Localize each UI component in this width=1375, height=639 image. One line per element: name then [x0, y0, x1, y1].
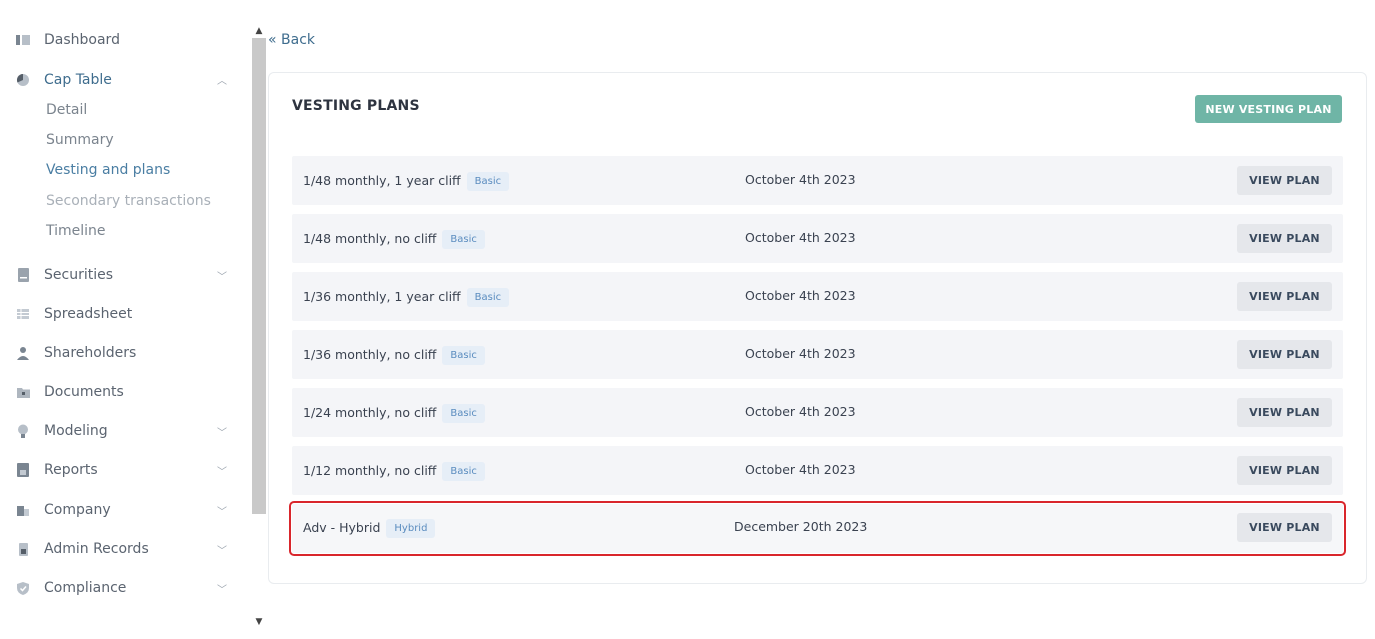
view-plan-button[interactable]: VIEW PLAN — [1237, 166, 1332, 195]
plan-type-badge: Basic — [442, 462, 485, 481]
table-row: 1/12 monthly, no cliff Basic October 4th … — [292, 446, 1343, 495]
sidebar-scrollbar[interactable]: ▲ ▼ — [252, 24, 266, 629]
plan-date: October 4th 2023 — [745, 462, 856, 477]
table-row: 1/36 monthly, 1 year cliff Basic October … — [292, 272, 1343, 321]
plan-name-text: 1/36 monthly, no cliff — [303, 347, 437, 362]
sidebar-item-label: Reports — [44, 462, 98, 478]
chevron-down-icon[interactable]: ﹀ — [217, 424, 227, 439]
scroll-down-arrow-icon[interactable]: ▼ — [252, 615, 266, 629]
sidebar-item-reports[interactable]: Reports — [16, 458, 98, 482]
plan-date: December 20th 2023 — [734, 519, 868, 534]
plan-name-text: 1/48 monthly, no cliff — [303, 231, 437, 246]
view-plan-button[interactable]: VIEW PLAN — [1237, 282, 1332, 311]
certificate-icon — [16, 268, 30, 282]
chevron-down-icon[interactable]: ﹀ — [217, 503, 227, 518]
page-title: VESTING PLANS — [292, 98, 420, 114]
view-plan-button[interactable]: VIEW PLAN — [1237, 224, 1332, 253]
sidebar-item-label: Spreadsheet — [44, 306, 133, 322]
plan-type-badge: Basic — [466, 172, 510, 191]
lock-icon — [16, 542, 30, 556]
sidebar-item-spreadsheet[interactable]: Spreadsheet — [16, 302, 132, 326]
scroll-up-arrow-icon[interactable]: ▲ — [252, 24, 266, 38]
sidebar-item-label: Dashboard — [44, 32, 120, 48]
chevron-down-icon[interactable]: ﹀ — [217, 463, 227, 478]
plan-type-badge: Basic — [466, 288, 510, 307]
plan-name: 1/24 monthly, no cliff Basic — [303, 404, 485, 423]
sidebar-item-cap-table[interactable]: Cap Table — [16, 68, 112, 92]
table-row: 1/36 monthly, no cliff Basic October 4th … — [292, 330, 1343, 379]
table-row-highlighted: Adv - Hybrid Hybrid December 20th 2023 VI… — [289, 501, 1346, 556]
sidebar-item-label: Securities — [44, 267, 114, 283]
sidebar: Dashboard Cap Table ︿ Detail Summary Ves… — [0, 0, 250, 639]
chevron-down-icon[interactable]: ﹀ — [217, 268, 227, 283]
sidebar-item-admin-records[interactable]: Admin Records — [16, 537, 149, 561]
plan-name: 1/36 monthly, no cliff Basic — [303, 346, 485, 365]
chevron-down-icon[interactable]: ﹀ — [217, 581, 227, 596]
scroll-thumb[interactable] — [252, 38, 266, 514]
table-icon — [16, 307, 30, 321]
shield-icon — [16, 581, 30, 595]
chevron-up-icon[interactable]: ︿ — [217, 72, 227, 87]
report-icon — [16, 463, 30, 477]
sidebar-subitem-summary[interactable]: Summary — [46, 132, 114, 148]
sidebar-item-label: Modeling — [44, 423, 108, 439]
view-plan-button[interactable]: VIEW PLAN — [1237, 340, 1332, 369]
plan-name-text: 1/36 monthly, 1 year cliff — [303, 289, 461, 304]
sidebar-item-shareholders[interactable]: Shareholders — [16, 341, 136, 365]
plan-date: October 4th 2023 — [745, 346, 856, 361]
sidebar-item-label: Admin Records — [44, 541, 149, 557]
sidebar-item-documents[interactable]: Documents — [16, 380, 124, 404]
view-plan-button[interactable]: VIEW PLAN — [1237, 513, 1332, 542]
sidebar-item-label: Cap Table — [44, 72, 112, 88]
plan-name: 1/36 monthly, 1 year cliff Basic — [303, 288, 510, 307]
person-icon — [16, 346, 30, 360]
table-row: 1/48 monthly, no cliff Basic October 4th … — [292, 214, 1343, 263]
back-link[interactable]: « Back — [268, 32, 315, 48]
plan-date: October 4th 2023 — [745, 230, 856, 245]
building-icon — [16, 503, 30, 517]
plan-name: 1/48 monthly, no cliff Basic — [303, 230, 485, 249]
table-row: 1/48 monthly, 1 year cliff Basic October … — [292, 156, 1343, 205]
sidebar-subitem-vesting-and-plans[interactable]: Vesting and plans — [46, 162, 170, 178]
dashboard-icon — [16, 33, 30, 47]
sidebar-item-dashboard[interactable]: Dashboard — [16, 28, 120, 52]
sidebar-item-securities[interactable]: Securities — [16, 263, 113, 287]
table-row: 1/24 monthly, no cliff Basic October 4th … — [292, 388, 1343, 437]
plan-name-text: 1/48 monthly, 1 year cliff — [303, 173, 461, 188]
sidebar-item-label: Compliance — [44, 580, 127, 596]
vesting-plans-card: VESTING PLANS NEW VESTING PLAN 1/48 mont… — [268, 72, 1367, 584]
sidebar-item-compliance[interactable]: Compliance — [16, 576, 126, 600]
plan-type-badge: Basic — [442, 404, 485, 423]
sidebar-subitem-timeline[interactable]: Timeline — [46, 223, 106, 239]
view-plan-button[interactable]: VIEW PLAN — [1237, 456, 1332, 485]
plan-type-badge: Basic — [442, 230, 485, 249]
sidebar-item-label: Shareholders — [44, 345, 137, 361]
plan-date: October 4th 2023 — [745, 404, 856, 419]
plan-name-text: 1/12 monthly, no cliff — [303, 463, 437, 478]
sidebar-item-label: Company — [44, 502, 111, 518]
plan-type-badge: Hybrid — [386, 519, 436, 538]
lightbulb-icon — [16, 424, 30, 438]
plan-date: October 4th 2023 — [745, 288, 856, 303]
plan-name: 1/48 monthly, 1 year cliff Basic — [303, 172, 510, 191]
sidebar-subitem-detail[interactable]: Detail — [46, 102, 87, 118]
sidebar-item-company[interactable]: Company — [16, 498, 111, 522]
sidebar-item-label: Documents — [44, 384, 124, 400]
chevron-down-icon[interactable]: ﹀ — [217, 542, 227, 557]
view-plan-button[interactable]: VIEW PLAN — [1237, 398, 1332, 427]
plan-name: Adv - Hybrid Hybrid — [303, 519, 436, 538]
plan-name-text: 1/24 monthly, no cliff — [303, 405, 437, 420]
folder-icon — [16, 385, 30, 399]
pie-chart-icon — [16, 73, 30, 87]
plan-name: 1/12 monthly, no cliff Basic — [303, 462, 485, 481]
new-vesting-plan-button[interactable]: NEW VESTING PLAN — [1195, 95, 1342, 123]
sidebar-subitem-secondary-transactions[interactable]: Secondary transactions — [46, 193, 211, 209]
plan-type-badge: Basic — [442, 346, 485, 365]
sidebar-item-modeling[interactable]: Modeling — [16, 419, 108, 443]
plan-date: October 4th 2023 — [745, 172, 856, 187]
plan-name-text: Adv - Hybrid — [303, 520, 381, 535]
